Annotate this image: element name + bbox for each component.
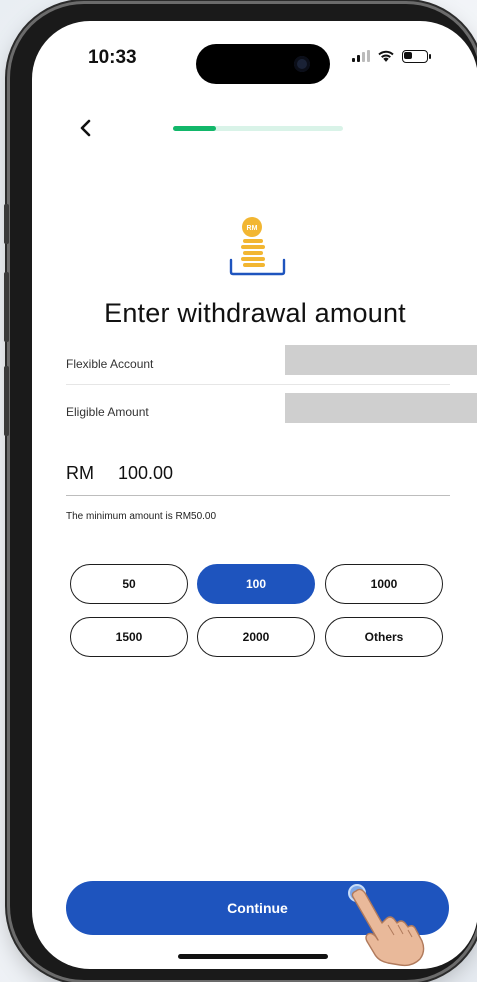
amount-option-100[interactable]: 100: [197, 564, 315, 604]
minimum-amount-hint: The minimum amount is RM50.00: [66, 511, 217, 522]
amount-option-50[interactable]: 50: [70, 564, 188, 604]
status-icons: [352, 49, 431, 63]
volume-up-button: [4, 272, 9, 342]
chevron-left-icon[interactable]: [74, 116, 98, 140]
amount-option-2000[interactable]: 2000: [197, 617, 315, 657]
home-indicator: [178, 954, 328, 959]
camera-icon: [294, 56, 310, 72]
flexible-account-label: Flexible Account: [66, 357, 154, 371]
signal-icon: [352, 50, 370, 62]
amount-option-1000[interactable]: 1000: [325, 564, 443, 604]
status-time: 10:33: [88, 47, 137, 68]
coin-stack-icon: RM: [229, 217, 286, 276]
eligible-amount-value-masked: [285, 393, 477, 423]
flexible-account-row: Flexible Account: [66, 345, 477, 385]
phone-frame: 10:33 RM Enter withdrawal amount Flexibl…: [4, 4, 477, 980]
battery-icon: [402, 49, 431, 63]
amount-value[interactable]: 100.00: [118, 463, 173, 484]
eligible-amount-label: Eligible Amount: [66, 405, 149, 419]
amount-input[interactable]: RM 100.00: [66, 461, 450, 496]
silent-switch: [4, 204, 9, 244]
page-title: Enter withdrawal amount: [104, 298, 406, 328]
flexible-account-value-masked: [285, 345, 477, 375]
svg-text:RM: RM: [247, 225, 258, 232]
dynamic-island: [196, 44, 330, 84]
wifi-icon: [378, 50, 394, 62]
eligible-amount-row: Eligible Amount: [66, 393, 477, 433]
hand-pointer-icon: [351, 888, 425, 967]
amount-option-1500[interactable]: 1500: [70, 617, 188, 657]
amount-option-others[interactable]: Others: [325, 617, 443, 657]
progress-fill: [173, 126, 216, 131]
volume-down-button: [4, 366, 9, 436]
currency-label: RM: [66, 463, 94, 483]
divider: [66, 384, 450, 385]
screen: 10:33 RM Enter withdrawal amount Flexibl…: [32, 21, 477, 969]
progress-bar: [173, 126, 343, 131]
